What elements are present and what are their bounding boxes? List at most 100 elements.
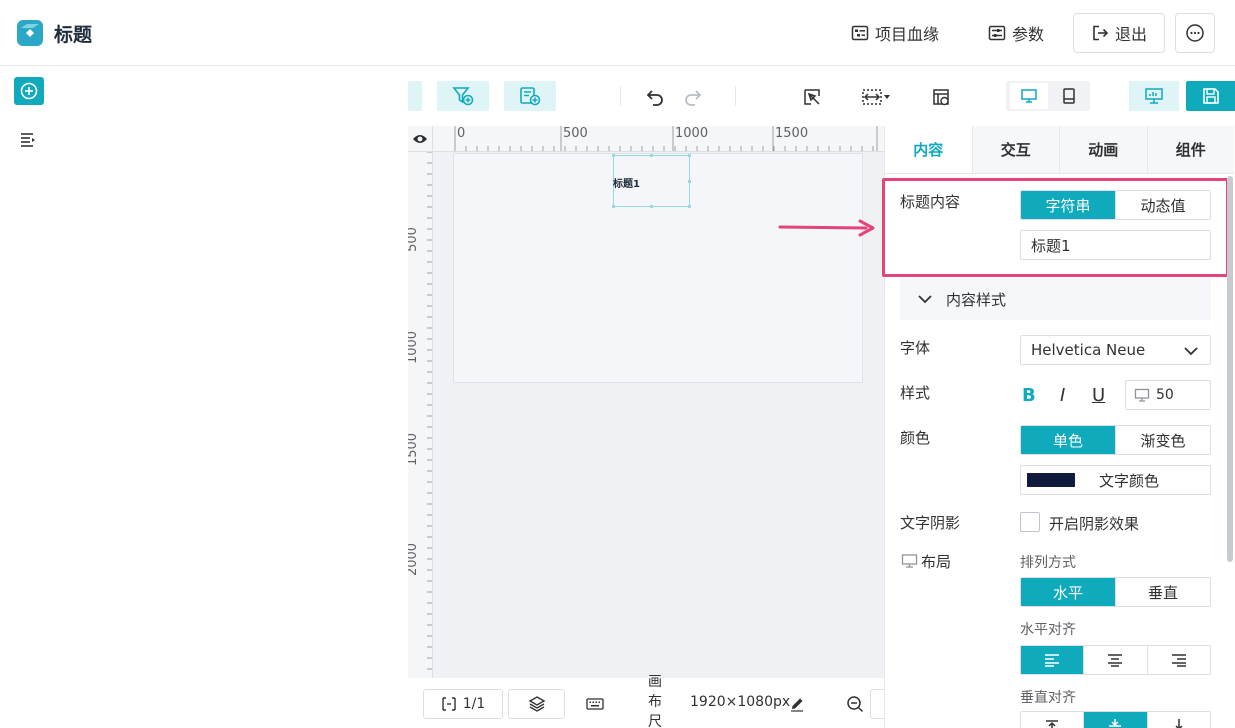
h-align-label: 水平对齐 <box>1020 622 1076 638</box>
v-align-label: 垂直对齐 <box>1020 690 1076 706</box>
shadow-checkbox-label: 开启阴影效果 <box>1049 515 1140 533</box>
edit-canvas-size-button[interactable] <box>787 694 807 714</box>
clear-style-button[interactable] <box>800 85 824 109</box>
zoom-out-button[interactable] <box>844 694 866 714</box>
bold-toggle[interactable]: B <box>1022 385 1036 406</box>
arrange-label: 排列方式 <box>1020 555 1076 571</box>
shadow-checkbox[interactable] <box>1020 512 1040 532</box>
project-lineage-button[interactable]: 项目血缘 <box>851 20 939 46</box>
toolbar-divider <box>735 86 736 106</box>
tab-animation[interactable]: 动画 <box>1060 126 1148 173</box>
arrange-vertical[interactable]: 垂直 <box>1116 578 1210 606</box>
device-toggle <box>1006 81 1090 111</box>
layout-label: 布局 <box>921 553 952 571</box>
app-window: 标题 项目血缘 参数 退出 0 500 1000 1500 500 1000 1… <box>0 0 1235 728</box>
resize-handle[interactable] <box>612 154 615 157</box>
align-middle-icon <box>1109 719 1122 727</box>
redo-button[interactable] <box>681 85 705 109</box>
style-label: 样式 <box>900 384 931 402</box>
content-style-section[interactable]: 内容样式 <box>900 278 1211 320</box>
color-mode-solid[interactable]: 单色 <box>1021 426 1116 454</box>
plus-circle-icon <box>20 82 38 100</box>
pencil-icon <box>791 698 803 712</box>
monitor-icon <box>1134 388 1150 402</box>
color-swatch <box>1027 473 1075 487</box>
keyboard-icon <box>586 698 604 710</box>
underline-toggle[interactable]: U <box>1092 385 1105 406</box>
chevron-down-icon <box>918 295 932 304</box>
desktop-icon <box>1021 89 1037 103</box>
toolbar-tab-edge[interactable] <box>408 81 422 111</box>
mobile-view-button[interactable] <box>1052 83 1086 109</box>
preview-button[interactable] <box>1129 81 1179 111</box>
canvas-title-text: 标题1 <box>613 179 640 190</box>
font-label: 字体 <box>900 339 931 357</box>
project-lineage-label: 项目血缘 <box>875 25 940 44</box>
save-button[interactable] <box>1186 81 1235 111</box>
toolbar-divider <box>620 86 621 106</box>
v-align-toggle <box>1020 711 1211 728</box>
italic-toggle[interactable]: I <box>1060 385 1065 406</box>
add-component-button[interactable] <box>14 77 44 105</box>
outline-toggle-icon[interactable] <box>19 131 37 153</box>
present-icon <box>1145 88 1163 104</box>
resize-handle[interactable] <box>650 154 653 157</box>
resize-handle[interactable] <box>612 205 615 208</box>
ruler-visibility-toggle[interactable] <box>408 126 433 152</box>
ruler-label: 1000 <box>408 330 421 365</box>
app-logo-icon <box>17 20 43 46</box>
align-center-icon <box>1108 654 1123 667</box>
properties-tabs: 内容 交互 动画 组件 <box>885 126 1234 174</box>
color-mode-toggle: 单色 渐变色 <box>1020 425 1211 455</box>
ruler-label: 1000 <box>675 126 709 141</box>
text-color-label: 文字颜色 <box>1099 471 1160 490</box>
panel-scrollbar[interactable] <box>1227 176 1233 562</box>
annotation-arrow-icon <box>778 219 875 237</box>
more-button[interactable] <box>1175 13 1215 53</box>
font-select[interactable]: Helvetica Neue <box>1020 335 1211 365</box>
font-size-value: 50 <box>1156 387 1174 403</box>
resize-handle[interactable] <box>650 205 653 208</box>
page-title: 标题 <box>54 24 93 46</box>
page-list-button[interactable]: 1/1 <box>423 689 503 719</box>
ruler-label: 0 <box>457 126 466 141</box>
canvas-size-value: 1920×1080px <box>690 694 791 710</box>
tab-content[interactable]: 内容 <box>885 126 973 173</box>
layers-button[interactable] <box>508 689 565 719</box>
align-bottom-button[interactable] <box>1147 712 1210 728</box>
tab-interaction[interactable]: 交互 <box>972 126 1060 173</box>
distribute-dropdown[interactable] <box>860 85 892 109</box>
undo-button[interactable] <box>643 85 667 109</box>
save-icon <box>1202 88 1219 104</box>
arrange-horizontal[interactable]: 水平 <box>1021 578 1116 606</box>
params-button[interactable]: 参数 <box>988 20 1044 46</box>
tab-component[interactable]: 组件 <box>1147 126 1234 173</box>
resize-handle[interactable] <box>688 205 691 208</box>
zoom-select[interactable] <box>870 689 884 719</box>
color-mode-gradient[interactable]: 渐变色 <box>1116 426 1210 454</box>
add-data-button[interactable] <box>504 81 556 111</box>
align-top-button[interactable] <box>1021 712 1085 728</box>
ruler-label: 1500 <box>408 432 421 467</box>
exit-button[interactable]: 退出 <box>1073 13 1165 53</box>
resize-handle[interactable] <box>688 180 691 183</box>
align-right-button[interactable] <box>1147 646 1210 674</box>
shortcuts-button[interactable] <box>585 695 605 713</box>
params-icon <box>988 25 1006 41</box>
params-label: 参数 <box>1012 25 1045 44</box>
align-bottom-icon <box>1175 719 1183 728</box>
tablet-icon <box>1063 88 1075 104</box>
align-middle-button[interactable] <box>1084 712 1148 728</box>
desktop-view-button[interactable] <box>1010 83 1048 109</box>
ruler-label: 2000 <box>408 542 421 577</box>
align-center-button[interactable] <box>1084 646 1148 674</box>
canvas-size-label: 画布尺寸: <box>648 674 662 728</box>
align-left-button[interactable] <box>1021 646 1085 674</box>
layers-icon <box>528 696 545 712</box>
page-settings-button[interactable] <box>929 85 953 109</box>
resize-handle[interactable] <box>688 154 691 157</box>
add-filter-button[interactable] <box>437 81 489 111</box>
font-size-input[interactable]: 50 <box>1125 380 1211 410</box>
undo-icon <box>646 90 663 106</box>
text-color-picker[interactable]: 文字颜色 <box>1020 465 1211 495</box>
